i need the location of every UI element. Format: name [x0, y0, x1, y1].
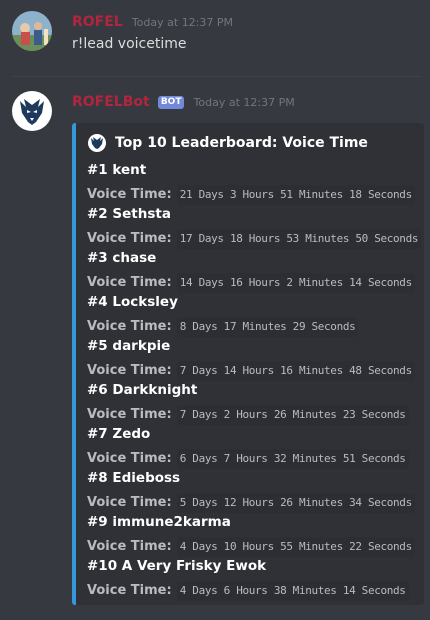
entry-value: Voice Time: 7 Days 2 Hours 26 Minutes 23… — [87, 403, 417, 425]
message-timestamp: Today at 12:37 PM — [131, 16, 234, 29]
leaderboard-entry: #10 A Very Frisky Ewok Voice Time: 4 Days… — [87, 557, 417, 601]
voice-time-value: 8 Days 17 Minutes 29 Seconds — [176, 317, 359, 337]
entry-name: #10 A Very Frisky Ewok — [87, 558, 267, 574]
voice-time-label: Voice Time: — [87, 583, 172, 598]
leaderboard-entry: #2 Sethsta Voice Time: 17 Days 18 Hours 5… — [87, 205, 422, 249]
entry-value: Voice Time: 7 Days 14 Hours 16 Minutes 4… — [87, 359, 417, 381]
leaderboard-embed: Top 10 Leaderboard: Voice Time #1 kent Vo… — [72, 123, 424, 605]
bot-badge: BOT — [157, 96, 185, 109]
embed-title-text: Top 10 Leaderboard: Voice Time — [115, 135, 368, 151]
entry-value: Voice Time: 8 Days 17 Minutes 29 Seconds — [87, 315, 417, 337]
entry-name: #2 Sethsta — [87, 206, 171, 222]
entry-value: Voice Time: 5 Days 12 Hours 26 Minutes 3… — [87, 491, 417, 513]
bot-name[interactable]: ROFELBot — [72, 94, 150, 110]
entry-name: #4 Locksley — [87, 294, 178, 310]
leaderboard-entry: #4 Locksley Voice Time: 8 Days 17 Minutes… — [87, 293, 417, 337]
voice-time-label: Voice Time: — [87, 451, 172, 466]
entry-value: Voice Time: 14 Days 16 Hours 2 Minutes 1… — [87, 271, 417, 293]
voice-time-label: Voice Time: — [87, 539, 172, 554]
leaderboard-entry: #9 immune2karma Voice Time: 4 Days 10 Hou… — [87, 513, 417, 557]
entry-name: #5 darkpie — [87, 338, 171, 354]
message-timestamp: Today at 12:37 PM — [193, 96, 295, 109]
leaderboard-entry: #1 kent Voice Time: 21 Days 3 Hours 51 Mi… — [87, 161, 417, 205]
leaderboard-entry: #6 Darkknight Voice Time: 7 Days 2 Hours … — [87, 381, 417, 425]
entry-name: #9 immune2karma — [87, 514, 231, 530]
voice-time-label: Voice Time: — [87, 495, 172, 510]
entry-name: #8 Edieboss — [87, 470, 181, 486]
leaderboard-entry: #8 Edieboss Voice Time: 5 Days 12 Hours 2… — [87, 469, 417, 513]
voice-time-value: 6 Days 7 Hours 32 Minutes 51 Seconds — [176, 449, 409, 469]
entry-value: Voice Time: 4 Days 6 Hours 38 Minutes 14… — [87, 579, 417, 601]
entry-name: #3 chase — [87, 250, 157, 266]
entry-value: Voice Time: 6 Days 7 Hours 32 Minutes 51… — [87, 447, 417, 469]
voice-time-value: 4 Days 6 Hours 38 Minutes 14 Seconds — [176, 581, 409, 601]
message-divider — [12, 76, 422, 77]
voice-time-value: 7 Days 2 Hours 26 Minutes 23 Seconds — [176, 405, 409, 425]
voice-time-value: 7 Days 14 Hours 16 Minutes 48 Seconds — [176, 361, 415, 381]
wolf-icon — [88, 134, 106, 152]
entry-name: #6 Darkknight — [87, 382, 198, 398]
leaderboard-entry: #3 chase Voice Time: 14 Days 16 Hours 2 M… — [87, 249, 417, 293]
voice-time-value: 14 Days 16 Hours 2 Minutes 14 Seconds — [176, 273, 415, 293]
voice-time-value: 21 Days 3 Hours 51 Minutes 18 Seconds — [176, 185, 415, 205]
entry-name: #7 Zedo — [87, 426, 151, 442]
voice-time-label: Voice Time: — [87, 275, 172, 290]
embed-title: Top 10 Leaderboard: Voice Time — [88, 134, 368, 152]
voice-time-value: 5 Days 12 Hours 26 Minutes 34 Seconds — [176, 493, 415, 513]
leaderboard-entry: #5 darkpie Voice Time: 7 Days 14 Hours 16… — [87, 337, 417, 381]
embed-accent-bar — [72, 123, 76, 605]
entry-value: Voice Time: 21 Days 3 Hours 51 Minutes 1… — [87, 183, 417, 205]
bot-avatar[interactable] — [12, 91, 52, 131]
message-user: ROFEL Today at 12:37 PM r!lead voicetime — [0, 0, 430, 80]
voice-time-label: Voice Time: — [87, 363, 172, 378]
user-avatar[interactable] — [12, 11, 52, 51]
voice-time-value: 17 Days 18 Hours 53 Minutes 50 Seconds — [176, 229, 422, 249]
entry-name: #1 kent — [87, 162, 147, 178]
voice-time-value: 4 Days 10 Hours 55 Minutes 22 Seconds — [176, 537, 415, 557]
message-content: r!lead voicetime — [72, 36, 187, 52]
entry-value: Voice Time: 17 Days 18 Hours 53 Minutes … — [87, 227, 422, 249]
entry-value: Voice Time: 4 Days 10 Hours 55 Minutes 2… — [87, 535, 417, 557]
voice-time-label: Voice Time: — [87, 407, 172, 422]
voice-time-label: Voice Time: — [87, 187, 172, 202]
voice-time-label: Voice Time: — [87, 319, 172, 334]
leaderboard-entry: #7 Zedo Voice Time: 6 Days 7 Hours 32 Min… — [87, 425, 417, 469]
voice-time-label: Voice Time: — [87, 231, 172, 246]
author-name[interactable]: ROFEL — [72, 14, 123, 30]
